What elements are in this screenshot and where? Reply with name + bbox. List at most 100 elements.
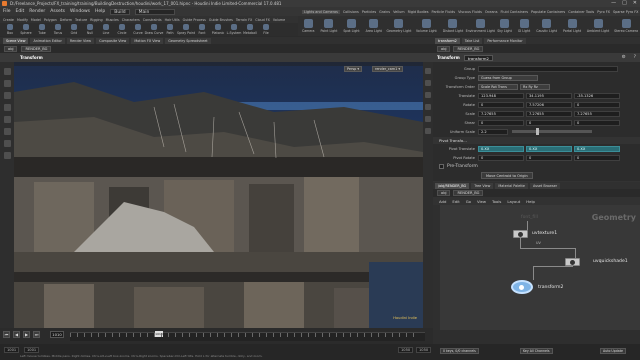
menu-windows[interactable]: Windows (70, 9, 90, 14)
menu-render[interactable]: Render (29, 9, 45, 14)
play-back-button[interactable]: ◀ (13, 331, 20, 338)
menu-help[interactable]: Help (95, 9, 105, 14)
tab-material-palette[interactable]: Material Palette (495, 182, 528, 189)
right-shelf-tab[interactable]: Vellum (393, 10, 404, 14)
handle-tool-icon[interactable] (3, 116, 11, 123)
right-shelf-tab[interactable]: Sparse Pyro FX (613, 10, 639, 14)
view-tool-icon[interactable] (3, 140, 11, 147)
scene-viewport[interactable]: Persp ▾ render_cam1 ▾ Houdini Indie (14, 62, 423, 328)
translate-x-field[interactable]: 123.948 (478, 92, 524, 99)
rotate-order-select[interactable]: Rx Ry Rz (520, 83, 550, 90)
path-obj[interactable]: obj (4, 45, 18, 52)
node-uvquickshade1-label[interactable]: uvquickshade1 (593, 259, 628, 264)
shelf-tab-volume[interactable]: Volume (273, 18, 285, 22)
net-menu-edit[interactable]: Edit (452, 199, 459, 204)
shelf-tab-deform[interactable]: Deform (60, 18, 72, 22)
menu-assets[interactable]: Assets (50, 9, 65, 14)
tab-composite-view[interactable]: Composite View (96, 37, 130, 44)
right-shelf-tab[interactable]: Populate Containers (531, 10, 565, 14)
right-shelf-tab[interactable]: Container Tools (568, 10, 594, 14)
tab-take-list[interactable]: Take List (461, 37, 483, 44)
param-path-render-bg[interactable]: RENDER_BG (453, 45, 484, 52)
pivot-rotate-x-field[interactable]: 0 (478, 154, 524, 161)
help-icon[interactable]: ? (634, 55, 636, 60)
shelf-tab-constraints[interactable]: Constraints (143, 18, 162, 22)
right-shelf-tool[interactable]: Volume Light (416, 19, 437, 33)
play-button[interactable]: ▶ (23, 331, 30, 338)
left-shelf-tool[interactable]: Box (4, 24, 16, 35)
left-shelf-tool[interactable]: Path (164, 24, 176, 35)
right-shelf-tool[interactable]: Geometry Light (387, 19, 411, 33)
lighting-icon[interactable] (425, 92, 431, 98)
net-path-render-bg[interactable]: RENDER_BG (453, 190, 484, 196)
global-start-field[interactable]: 1001 (4, 347, 20, 353)
left-shelf-tool[interactable]: Null (84, 24, 96, 35)
translate-z-field[interactable]: -35.1326 (574, 92, 620, 99)
right-shelf-tool[interactable]: GI Light (518, 19, 530, 33)
net-menu-add[interactable]: Add (439, 199, 446, 204)
shelf-tab-cloud-fx[interactable]: Cloud FX (255, 18, 270, 22)
right-shelf-tab[interactable]: Grains (379, 10, 390, 14)
left-shelf-tool[interactable]: Curve (132, 24, 144, 35)
right-shelf-tab[interactable]: Pyro FX (597, 10, 610, 14)
left-shelf-tool[interactable]: L-System (227, 24, 241, 35)
camera-menu[interactable]: render_cam1 ▾ (372, 66, 404, 72)
shelf-tab-modify[interactable]: Modify (17, 18, 28, 22)
tab-animation-editor[interactable]: Animation Editor (30, 37, 65, 44)
shelf-tab-hair-utils[interactable]: Hair Utils (165, 18, 180, 22)
node-transform2[interactable] (511, 280, 533, 294)
uniform-scale-slider[interactable] (512, 128, 592, 135)
group-type-select[interactable]: Guess from Group (478, 74, 538, 81)
rotate-x-field[interactable]: 0 (478, 101, 524, 108)
rotate-z-field[interactable]: 0 (574, 101, 620, 108)
right-shelf-tool[interactable]: Ambient Light (587, 19, 609, 33)
shelf-tab-muscles[interactable]: Muscles (106, 18, 119, 22)
left-shelf-tool[interactable]: File (260, 24, 272, 35)
shelf-tab-characters[interactable]: Characters (122, 18, 140, 22)
build-desk-dropdown[interactable]: Build (110, 8, 130, 15)
rotate-y-field[interactable]: 7.57206 (526, 101, 572, 108)
move-centroid-button[interactable]: Move Centroid to Origin (481, 172, 533, 179)
shelf-tab-model[interactable]: Model (31, 18, 41, 22)
close-button[interactable]: ✕ (633, 0, 637, 7)
tab-tree-view[interactable]: Tree View (471, 182, 494, 189)
right-shelf-tool[interactable]: Point Light (321, 19, 337, 33)
right-shelf-tab[interactable]: Collisions (343, 10, 359, 14)
left-shelf-tool[interactable]: Torus (52, 24, 64, 35)
ghost-icon[interactable] (425, 104, 431, 110)
display-options-icon[interactable] (425, 68, 431, 74)
right-shelf-tool[interactable]: Sky Light (497, 19, 512, 33)
left-shelf-tool[interactable]: Metaball (243, 24, 257, 35)
shelf-tab-polygon[interactable]: Polygon (44, 18, 57, 22)
rotate-tool-icon[interactable] (3, 92, 11, 99)
tab-performance-monitor[interactable]: Performance Monitor (484, 37, 526, 44)
move-tool-icon[interactable] (3, 80, 11, 87)
net-path-obj[interactable]: obj (437, 190, 451, 196)
left-shelf-tool[interactable]: Draw Curve (145, 24, 163, 35)
right-shelf-tab[interactable]: Particles (362, 10, 376, 14)
uniform-scale-field[interactable]: 2.2 (478, 128, 508, 135)
right-shelf-tool[interactable]: Environment Light (466, 19, 495, 33)
menu-file[interactable]: File (3, 9, 11, 14)
right-shelf-tab[interactable]: Lights and Cameras (302, 9, 340, 14)
minimize-button[interactable]: — (611, 0, 616, 7)
playback-start-field[interactable]: 1001 (24, 347, 40, 353)
tab-transform2[interactable]: transform2 (435, 37, 460, 44)
tab-render-view[interactable]: Render View (66, 37, 95, 44)
right-shelf-tool[interactable]: Area Light (366, 19, 382, 33)
left-shelf-tool[interactable]: Circle (116, 24, 128, 35)
shear-z-field[interactable]: 0 (574, 119, 620, 126)
net-menu-view[interactable]: View (477, 199, 486, 204)
go-start-button[interactable]: ⏮ (3, 331, 10, 338)
menu-edit[interactable]: Edit (16, 9, 25, 14)
net-menu-go[interactable]: Go (466, 199, 471, 204)
left-shelf-tool[interactable]: Platonic (212, 24, 224, 35)
scale-y-field[interactable]: 7.27655 (526, 110, 572, 117)
right-shelf-tab[interactable]: Fluid Containers (500, 10, 528, 14)
net-menu-help[interactable]: Help (526, 199, 535, 204)
global-end-field[interactable]: 1050 (416, 347, 432, 353)
pivot-translate-y-field[interactable]: 0.XX (526, 145, 572, 152)
shelf-tab-guide-process[interactable]: Guide Process (183, 18, 206, 22)
tab-asset-browser[interactable]: Asset Browser (529, 182, 561, 189)
left-shelf-tool[interactable]: Spray Paint (177, 24, 195, 35)
